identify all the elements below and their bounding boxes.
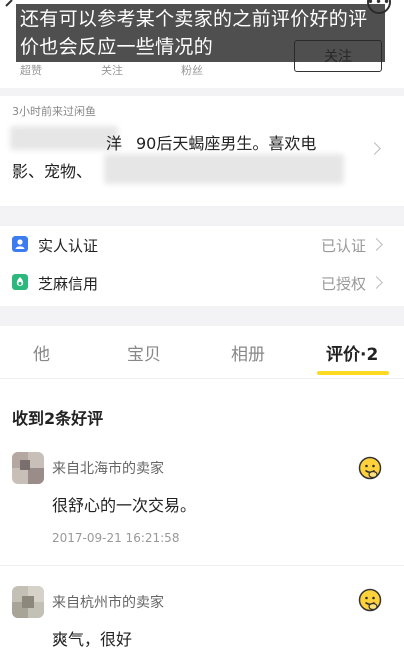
sesame-credit-icon (12, 274, 28, 290)
reviews-title: 收到2条好评 (12, 409, 104, 428)
id-badge-icon (12, 236, 28, 252)
stat-followers-label[interactable]: 粉丝 (181, 62, 203, 78)
tab-him[interactable]: 他 (33, 340, 50, 365)
tab-reviews[interactable]: 评价·2 (326, 340, 378, 365)
review-from: 来自杭州市的卖家 (52, 595, 164, 611)
avatar[interactable] (12, 586, 44, 618)
verify-status: 已授权 (320, 275, 366, 293)
verify-row-sesame[interactable]: 芝麻信用 已授权 (0, 264, 404, 300)
blurred-text-area (10, 126, 118, 150)
happy-face-icon (358, 588, 382, 612)
stat-likes-label[interactable]: 超赞 (20, 62, 42, 78)
blurred-text-area (104, 154, 344, 184)
verify-label: 实人认证 (38, 237, 99, 255)
tab-album[interactable]: 相册 (231, 340, 265, 365)
bio-text-line2: 影、宠物、 (12, 162, 93, 181)
review-time: 2017-09-21 16:21:58 (52, 531, 180, 545)
review-from: 来自北海市的卖家 (52, 461, 164, 477)
back-arrow-icon[interactable] (2, 0, 16, 14)
verify-status: 已认证 (320, 237, 366, 255)
avatar[interactable] (12, 452, 44, 484)
verify-label: 芝麻信用 (38, 275, 99, 293)
bio-partial-char: 洋 (106, 134, 123, 153)
bio-text-line1: 90后天蝎座男生。喜欢电 (136, 134, 317, 153)
active-tab-indicator (317, 371, 389, 375)
chevron-right-icon (368, 142, 381, 155)
last-visit-text: 3小时前来过闲鱼 (12, 105, 96, 118)
section-divider (0, 306, 404, 326)
tab-items[interactable]: 宝贝 (127, 340, 161, 365)
happy-face-icon (358, 456, 382, 480)
review-text: 很舒心的一次交易。 (52, 496, 197, 515)
section-divider (0, 206, 404, 226)
overlay-caption: 还有可以参考某个卖家的之前评价好的评价也会反应一些情况的 (16, 4, 385, 62)
review-text: 爽气，很好 (52, 630, 133, 649)
chevron-right-icon (370, 238, 383, 251)
verify-row-identity[interactable]: 实人认证 已认证 (0, 226, 404, 262)
section-divider (0, 88, 404, 96)
bio-section[interactable]: 3小时前来过闲鱼 洋 90后天蝎座男生。喜欢电 影、宠物、 (0, 96, 404, 206)
chevron-right-icon (370, 276, 383, 289)
profile-header: ••• 超赞 关注 粉丝 关注 还有可以参考某个卖家的之前评价好的评价也会反应一… (0, 0, 404, 88)
stat-following-label[interactable]: 关注 (101, 62, 123, 78)
review-separator (0, 565, 404, 566)
